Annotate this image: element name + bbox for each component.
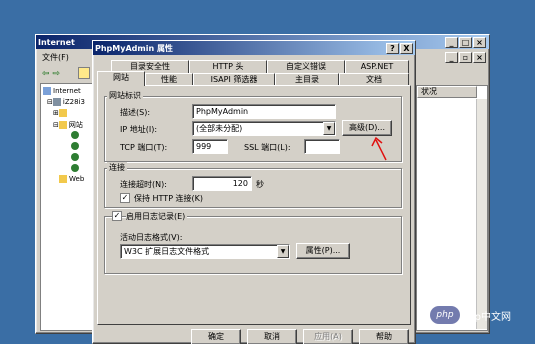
up-folder-icon[interactable] (78, 67, 90, 79)
enable-logging-label: 启用日志记录(E) (126, 211, 188, 222)
connections-label: 连接 (107, 162, 127, 173)
tcp-port-input[interactable]: 999 (192, 139, 228, 154)
help-icon[interactable]: ? (386, 42, 399, 54)
mmc-window-controls: _ □ × (444, 37, 486, 48)
tab-http-headers[interactable]: HTTP 头 (189, 60, 267, 73)
ip-address-select[interactable]: (全部未分配) ▼ (192, 121, 336, 136)
ssl-port-label: SSL 端口(L): (244, 143, 291, 152)
apply-button[interactable]: 应用(A) (303, 329, 353, 344)
tree-item-server[interactable]: ⊟ iZ28i3 (47, 98, 85, 106)
ip-address-value: (全部未分配) (196, 124, 243, 133)
tree-pane: Internet ⊟ iZ28i3 ⊞ ⊟ 网站 Web (40, 83, 94, 331)
timeout-unit: 秒 (256, 180, 264, 189)
tree-item-site-2[interactable] (71, 142, 81, 150)
tcp-port-label: TCP 端口(T): (120, 143, 168, 152)
log-properties-button[interactable]: 属性(P)... (296, 243, 350, 259)
tree-item-internet[interactable]: Internet (43, 87, 81, 95)
tab-aspnet[interactable]: ASP.NET (345, 60, 409, 73)
watermark-icon: php (430, 306, 460, 324)
log-format-value: W3C 扩展日志文件格式 (124, 247, 210, 256)
tree-item-web[interactable]: Web (59, 175, 84, 183)
connection-timeout-input[interactable]: 120 (192, 176, 252, 191)
site-identification-label: 网站标识 (107, 90, 143, 101)
child-restore-icon[interactable]: ▫ (459, 52, 472, 63)
child-minimize-icon[interactable]: _ (445, 52, 458, 63)
chevron-down-icon[interactable]: ▼ (277, 245, 289, 258)
menu-file[interactable]: 文件(F) (42, 52, 69, 63)
ssl-port-input[interactable] (304, 139, 340, 154)
tab-panel: 网站标识 描述(S): PhpMyAdmin IP 地址(I): (全部未分配)… (97, 85, 411, 325)
nav-back-icon[interactable]: ⇦ ⇨ (42, 69, 60, 79)
tree-item-site-4[interactable] (71, 164, 81, 172)
tab-website[interactable]: 网站 (97, 71, 145, 86)
log-format-label: 活动日志格式(V): (120, 233, 183, 242)
ip-address-label: IP 地址(I): (120, 125, 158, 134)
scrollbar[interactable] (476, 99, 487, 329)
tree-item-site-1[interactable] (71, 131, 81, 139)
properties-dialog: PhpMyAdmin 属性 ? X 目录安全性 HTTP 头 自定义错误 ASP… (92, 40, 416, 344)
cancel-button[interactable]: 取消 (247, 329, 297, 344)
chevron-down-icon[interactable]: ▼ (323, 122, 335, 135)
column-header-status[interactable]: 状况 (417, 86, 477, 98)
ok-button[interactable]: 确定 (191, 329, 241, 344)
maximize-icon[interactable]: □ (459, 37, 472, 48)
close-icon[interactable]: × (473, 37, 486, 48)
mmc-child-controls: _ ▫ × (444, 52, 486, 63)
connection-timeout-label: 连接超时(N): (120, 180, 167, 189)
advanced-button[interactable]: 高级(D)... (342, 120, 392, 136)
watermark-text: php中文网 (462, 311, 512, 323)
dialog-title: PhpMyAdmin 属性 (95, 43, 173, 53)
watermark-logo: php php中文网 (430, 306, 511, 324)
connection-timeout-value: 120 (232, 179, 248, 188)
tree-item-sites[interactable]: ⊟ 网站 (53, 120, 83, 130)
keepalive-label: 保持 HTTP 连接(K) (134, 194, 204, 203)
tab-custom-errors[interactable]: 自定义错误 (267, 60, 345, 73)
help-button[interactable]: 帮助 (359, 329, 409, 344)
minimize-icon[interactable]: _ (445, 37, 458, 48)
description-label: 描述(S): (120, 108, 151, 117)
keepalive-checkbox[interactable]: ✓ (120, 193, 130, 203)
child-close-icon[interactable]: × (473, 52, 486, 63)
enable-logging-checkbox[interactable]: ✓ (112, 211, 122, 221)
close-icon[interactable]: X (400, 42, 413, 54)
tree-item-folder-1[interactable]: ⊞ (53, 109, 69, 117)
tree-item-site-3[interactable] (71, 153, 81, 161)
log-format-select[interactable]: W3C 扩展日志文件格式 ▼ (120, 244, 290, 259)
description-input[interactable]: PhpMyAdmin (192, 104, 336, 119)
dialog-titlebar: PhpMyAdmin 属性 ? X (93, 41, 415, 55)
